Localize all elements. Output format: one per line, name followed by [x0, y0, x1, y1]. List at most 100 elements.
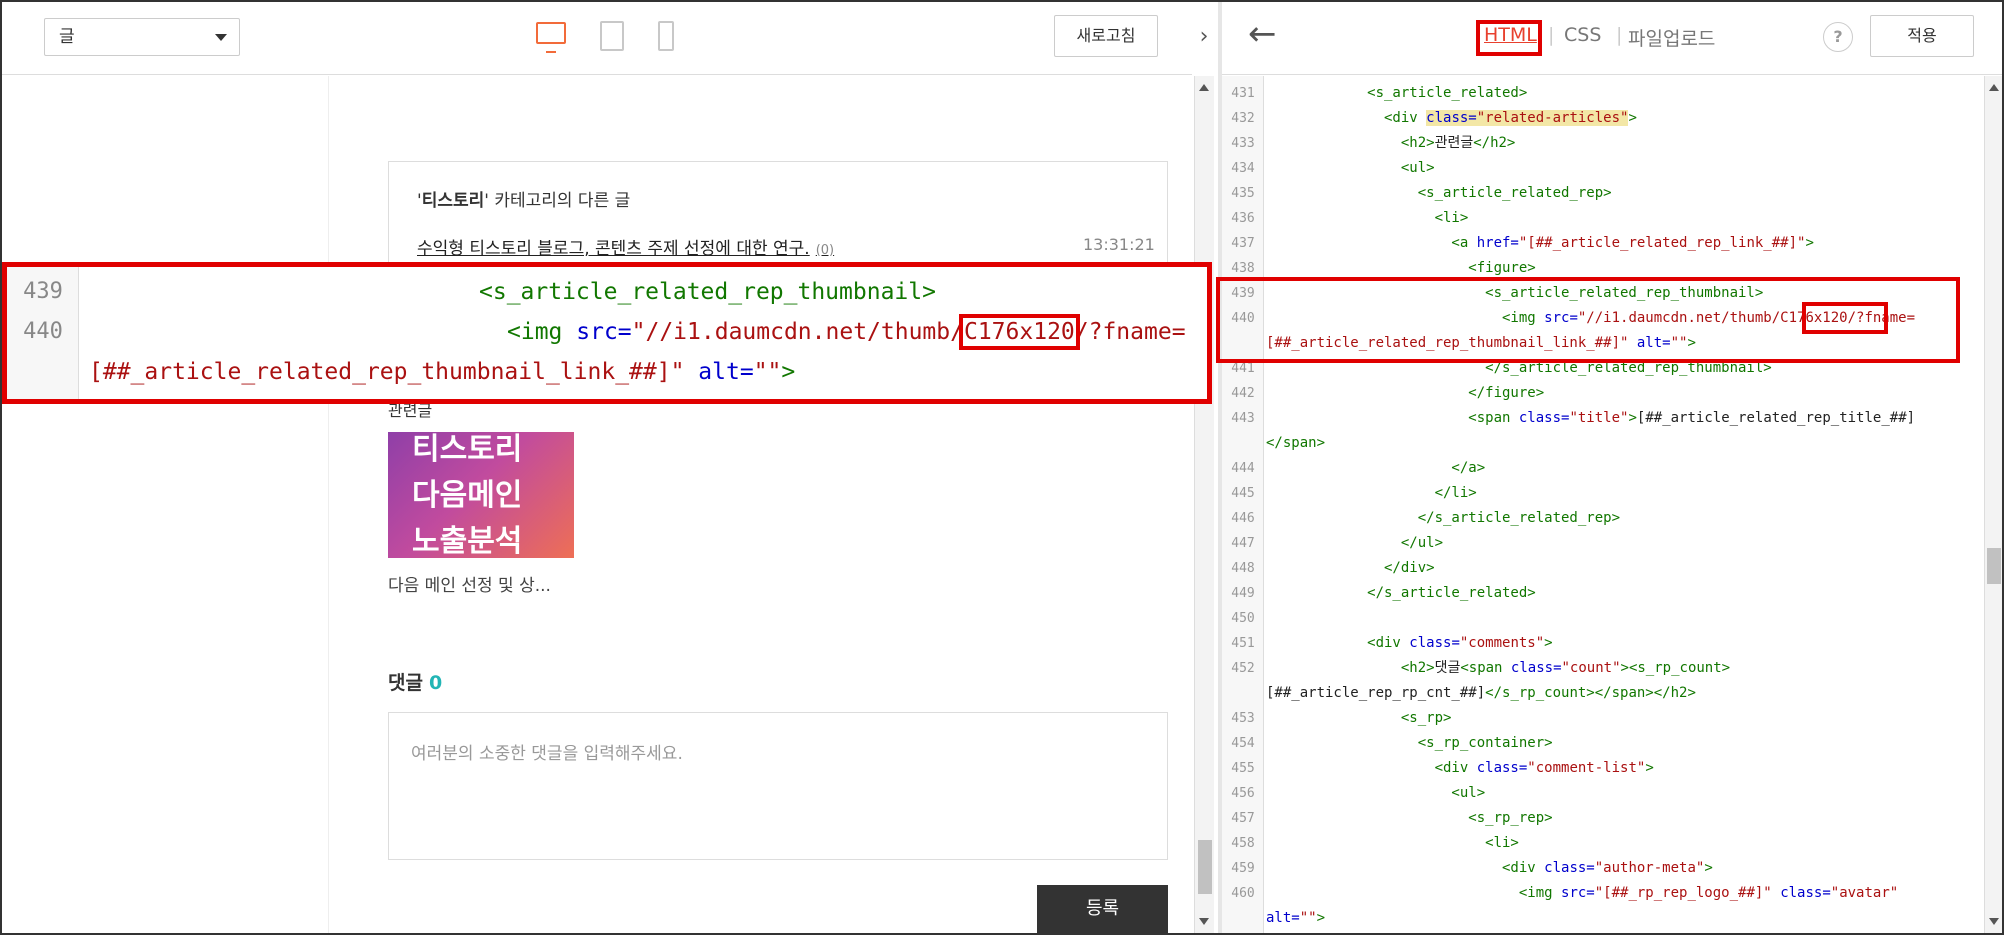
- code-line[interactable]: </span>: [1266, 431, 1325, 456]
- line-number: 434: [1231, 161, 1255, 176]
- thumb-size-value: C176x120: [958, 314, 1080, 350]
- line-number: [1222, 906, 1264, 931]
- line-number: 431: [1231, 86, 1255, 101]
- line-number: 459: [1231, 861, 1255, 876]
- line-number: 446: [1231, 511, 1255, 526]
- line-number: 451: [1231, 636, 1255, 651]
- code-line[interactable]: </s_article_related_rep>: [1266, 506, 1620, 531]
- code-line[interactable]: <a href="[##_article_related_rep_link_##…: [1266, 231, 1813, 256]
- comment-input[interactable]: 여러분의 소중한 댓글을 입력해주세요.: [388, 712, 1168, 860]
- line-number: 455: [1231, 761, 1255, 776]
- code-line[interactable]: </a>: [1266, 456, 1485, 481]
- code-line[interactable]: <div class="author-meta">: [1266, 856, 1713, 881]
- zoomed-code-callout: 439 440 <s_article_related_rep_thumbnail…: [2, 262, 1212, 404]
- tablet-view-icon[interactable]: [600, 21, 624, 51]
- thumbnail-text-line: 노출분석: [412, 524, 523, 558]
- line-number: 435: [1231, 186, 1255, 201]
- scroll-down-icon[interactable]: [1989, 918, 1999, 925]
- preview-left-margin: [2, 76, 329, 933]
- line-number: [1222, 681, 1264, 706]
- zoom-line-number: 439: [23, 279, 63, 304]
- code-line[interactable]: </ul>: [1266, 531, 1443, 556]
- code-line[interactable]: [##_article_rep_rp_cnt_##]</s_rp_count><…: [1266, 681, 1696, 706]
- line-number: 454: [1231, 736, 1255, 751]
- code-line[interactable]: <div class="comments">: [1266, 631, 1552, 656]
- related-post-count: (0): [815, 243, 835, 258]
- help-icon[interactable]: ?: [1823, 22, 1853, 52]
- chevron-right-icon[interactable]: ›: [1190, 2, 1218, 75]
- code-line[interactable]: <li>: [1266, 831, 1519, 856]
- tab-separator: |: [1616, 24, 1623, 46]
- category-select-value: 글: [59, 27, 75, 47]
- thumbnail-text-line: 티스토리: [412, 432, 523, 467]
- submit-comment-button[interactable]: 등록: [1037, 885, 1168, 933]
- line-number: [1222, 431, 1264, 456]
- code-editor[interactable]: 431 <s_article_related> 432 <div class="r…: [1222, 76, 1984, 933]
- code-line[interactable]: <img src="[##_rp_rep_logo_##]" class="av…: [1266, 881, 1898, 906]
- code-line[interactable]: <li>: [1266, 206, 1469, 231]
- preview-pane: 글 새로고침 '티스토리' 카테고리의 다른 글 수익형 티스토리 블로그, 콘…: [2, 2, 1214, 933]
- code-line[interactable]: <div class="related-articles">: [1266, 106, 1637, 131]
- code-line[interactable]: <span class="title">[##_article_related_…: [1266, 406, 1915, 431]
- scroll-up-icon[interactable]: [1989, 84, 1999, 91]
- line-number: 458: [1231, 836, 1255, 851]
- scroll-down-icon[interactable]: [1199, 918, 1209, 925]
- scrollbar-thumb[interactable]: [1198, 840, 1212, 894]
- preview-scrollbar[interactable]: [1194, 76, 1214, 933]
- zoom-code-line-440: <img src="//i1.daumcdn.net/thumb/C176x12…: [507, 314, 1186, 350]
- category-select[interactable]: 글: [44, 18, 240, 56]
- editor-scrollbar[interactable]: [1984, 76, 2002, 933]
- code-line[interactable]: alt="">: [1266, 906, 1325, 931]
- code-line[interactable]: <ul>: [1266, 781, 1485, 806]
- code-line[interactable]: <div class="comment-list">: [1266, 756, 1654, 781]
- code-line[interactable]: <s_rp_rep>: [1266, 806, 1552, 831]
- code-line[interactable]: <s_article_related>: [1266, 81, 1527, 106]
- comments-count: 0: [428, 672, 443, 694]
- related-article-title[interactable]: 다음 메인 선정 및 상...: [388, 571, 551, 596]
- apply-button[interactable]: 적용: [1870, 15, 1974, 57]
- code-line[interactable]: <h2>댓글<span class="count"><s_rp_count>: [1266, 656, 1730, 681]
- line-number: 445: [1231, 486, 1255, 501]
- related-category-box: '티스토리' 카테고리의 다른 글 수익형 티스토리 블로그, 콘텐츠 주제 선…: [388, 161, 1168, 271]
- comment-placeholder: 여러분의 소중한 댓글을 입력해주세요.: [411, 744, 683, 764]
- related-category-title: '티스토리' 카테고리의 다른 글: [417, 191, 631, 211]
- comments-heading: 댓글 0: [388, 672, 443, 694]
- line-number: 457: [1231, 811, 1255, 826]
- thumbnail-text-line: 다음메인: [412, 478, 523, 513]
- code-line[interactable]: </li>: [1266, 481, 1477, 506]
- line-number: 460: [1231, 886, 1255, 901]
- code-line[interactable]: <ul>: [1266, 156, 1435, 181]
- line-number: 452: [1231, 661, 1255, 676]
- line-number: 436: [1231, 211, 1255, 226]
- desktop-view-icon[interactable]: [536, 22, 566, 53]
- code-line[interactable]: </figure>: [1266, 381, 1544, 406]
- line-number: 450: [1231, 611, 1255, 626]
- scrollbar-thumb[interactable]: [1987, 548, 2001, 584]
- chevron-down-icon: [215, 34, 227, 41]
- code-line[interactable]: </s_article_related>: [1266, 581, 1536, 606]
- line-number: 448: [1231, 561, 1255, 576]
- code-editor-pane: ← HTML | CSS | 파일업로드 ? 적용 431 <s_article…: [1222, 2, 2002, 933]
- line-number: 442: [1231, 386, 1255, 401]
- scroll-up-icon[interactable]: [1199, 84, 1209, 91]
- line-number: 453: [1231, 711, 1255, 726]
- code-line[interactable]: <s_rp_container>: [1266, 731, 1553, 756]
- editor-toolbar: ← HTML | CSS | 파일업로드 ? 적용: [1222, 2, 2002, 75]
- code-line[interactable]: <s_rp>: [1266, 706, 1452, 731]
- code-line[interactable]: </div>: [1266, 556, 1435, 581]
- tab-css[interactable]: CSS: [1564, 24, 1601, 46]
- back-arrow-icon[interactable]: ←: [1248, 14, 1277, 54]
- refresh-button[interactable]: 새로고침: [1054, 15, 1158, 57]
- related-post-link[interactable]: 수익형 티스토리 블로그, 콘텐츠 주제 선정에 대한 연구. (0): [417, 234, 834, 259]
- code-line[interactable]: <s_article_related_rep>: [1266, 181, 1612, 206]
- line-number: 444: [1231, 461, 1255, 476]
- line-number: 449: [1231, 586, 1255, 601]
- zoom-code-line-439: <s_article_related_rep_thumbnail>: [479, 279, 936, 305]
- code-line[interactable]: <h2>관련글</h2>: [1266, 131, 1516, 156]
- zoom-code-line-440-wrap: [##_article_related_rep_thumbnail_link_#…: [89, 359, 796, 385]
- thumb-size-highlight-box: [1802, 302, 1888, 334]
- related-article-thumbnail[interactable]: 티스토리 다음메인 노출분석: [388, 432, 574, 558]
- mobile-view-icon[interactable]: [658, 21, 674, 51]
- line-number: 432: [1231, 111, 1255, 126]
- tab-file-upload[interactable]: 파일업로드: [1628, 24, 1715, 51]
